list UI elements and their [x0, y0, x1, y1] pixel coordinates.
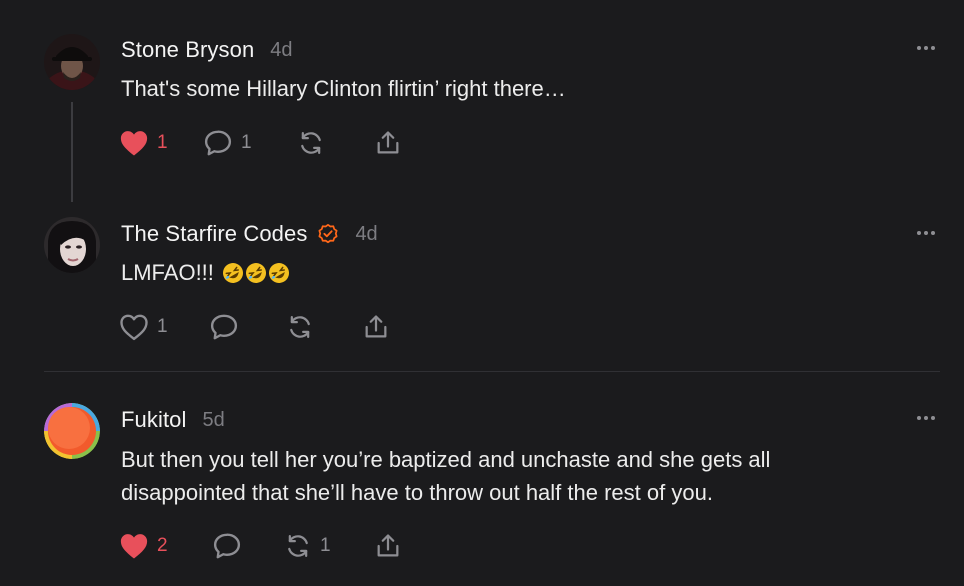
comment-thread: Stone Bryson 4d That's some Hillary Clin… [0, 0, 964, 586]
comment-text: That's some Hillary Clinton flirtin’ rig… [121, 76, 566, 101]
reply-button[interactable] [212, 530, 250, 562]
like-button[interactable]: 1 [119, 311, 168, 343]
share-icon [365, 315, 387, 338]
comment-header: Fukitol 5d [121, 405, 225, 435]
comment-header: The Starfire Codes 4d [121, 219, 378, 249]
verified-badge-icon [317, 223, 339, 245]
comment-text: But then you tell her you’re baptized an… [121, 447, 771, 505]
rofl-emoji-icon [245, 263, 266, 283]
share-button[interactable] [374, 127, 402, 159]
restack-button[interactable] [297, 127, 333, 159]
heart-icon [120, 314, 148, 341]
comment-text: LMFAO!!! [121, 256, 911, 289]
avatar[interactable] [44, 403, 100, 459]
heart-icon [120, 131, 148, 156]
avatar[interactable] [44, 34, 100, 90]
reply-count: 1 [241, 132, 252, 153]
comment-bubble-icon [204, 130, 232, 156]
share-icon [377, 131, 399, 154]
reply-button[interactable] [209, 311, 247, 343]
rofl-emoji-icon [222, 263, 243, 283]
restack-count: 1 [320, 535, 331, 556]
heart-icon [120, 534, 148, 559]
comment-bubble-icon [213, 533, 241, 559]
reply-button[interactable]: 1 [203, 127, 252, 159]
share-button[interactable] [362, 311, 390, 343]
comment-bubble-icon [210, 314, 238, 340]
comment-text-content: LMFAO!!! [121, 260, 214, 285]
more-options-icon[interactable] [910, 40, 942, 56]
share-button[interactable] [374, 530, 402, 562]
rofl-emoji-icon [268, 263, 289, 283]
share-icon [377, 534, 399, 557]
author-name[interactable]: Stone Bryson [121, 37, 254, 63]
like-count: 1 [157, 132, 168, 153]
timestamp[interactable]: 4d [270, 39, 292, 62]
comment-header: Stone Bryson 4d [121, 35, 293, 65]
more-options-icon[interactable] [910, 410, 942, 426]
like-count: 1 [157, 316, 168, 337]
restack-button[interactable]: 1 [284, 530, 331, 562]
timestamp[interactable]: 5d [203, 409, 225, 432]
like-count: 2 [157, 535, 168, 556]
restack-button[interactable] [286, 311, 322, 343]
author-name[interactable]: Fukitol [121, 407, 187, 433]
restack-icon [301, 131, 321, 155]
like-button[interactable]: 1 [119, 127, 168, 159]
divider [44, 371, 940, 372]
restack-icon [288, 534, 308, 558]
avatar[interactable] [44, 217, 100, 273]
timestamp[interactable]: 4d [355, 223, 377, 246]
more-options-icon[interactable] [910, 225, 942, 241]
author-name[interactable]: The Starfire Codes [121, 221, 307, 247]
thread-line [71, 102, 73, 202]
restack-icon [290, 315, 310, 339]
rofl-emoji-group [222, 262, 291, 284]
like-button[interactable]: 2 [119, 530, 168, 562]
